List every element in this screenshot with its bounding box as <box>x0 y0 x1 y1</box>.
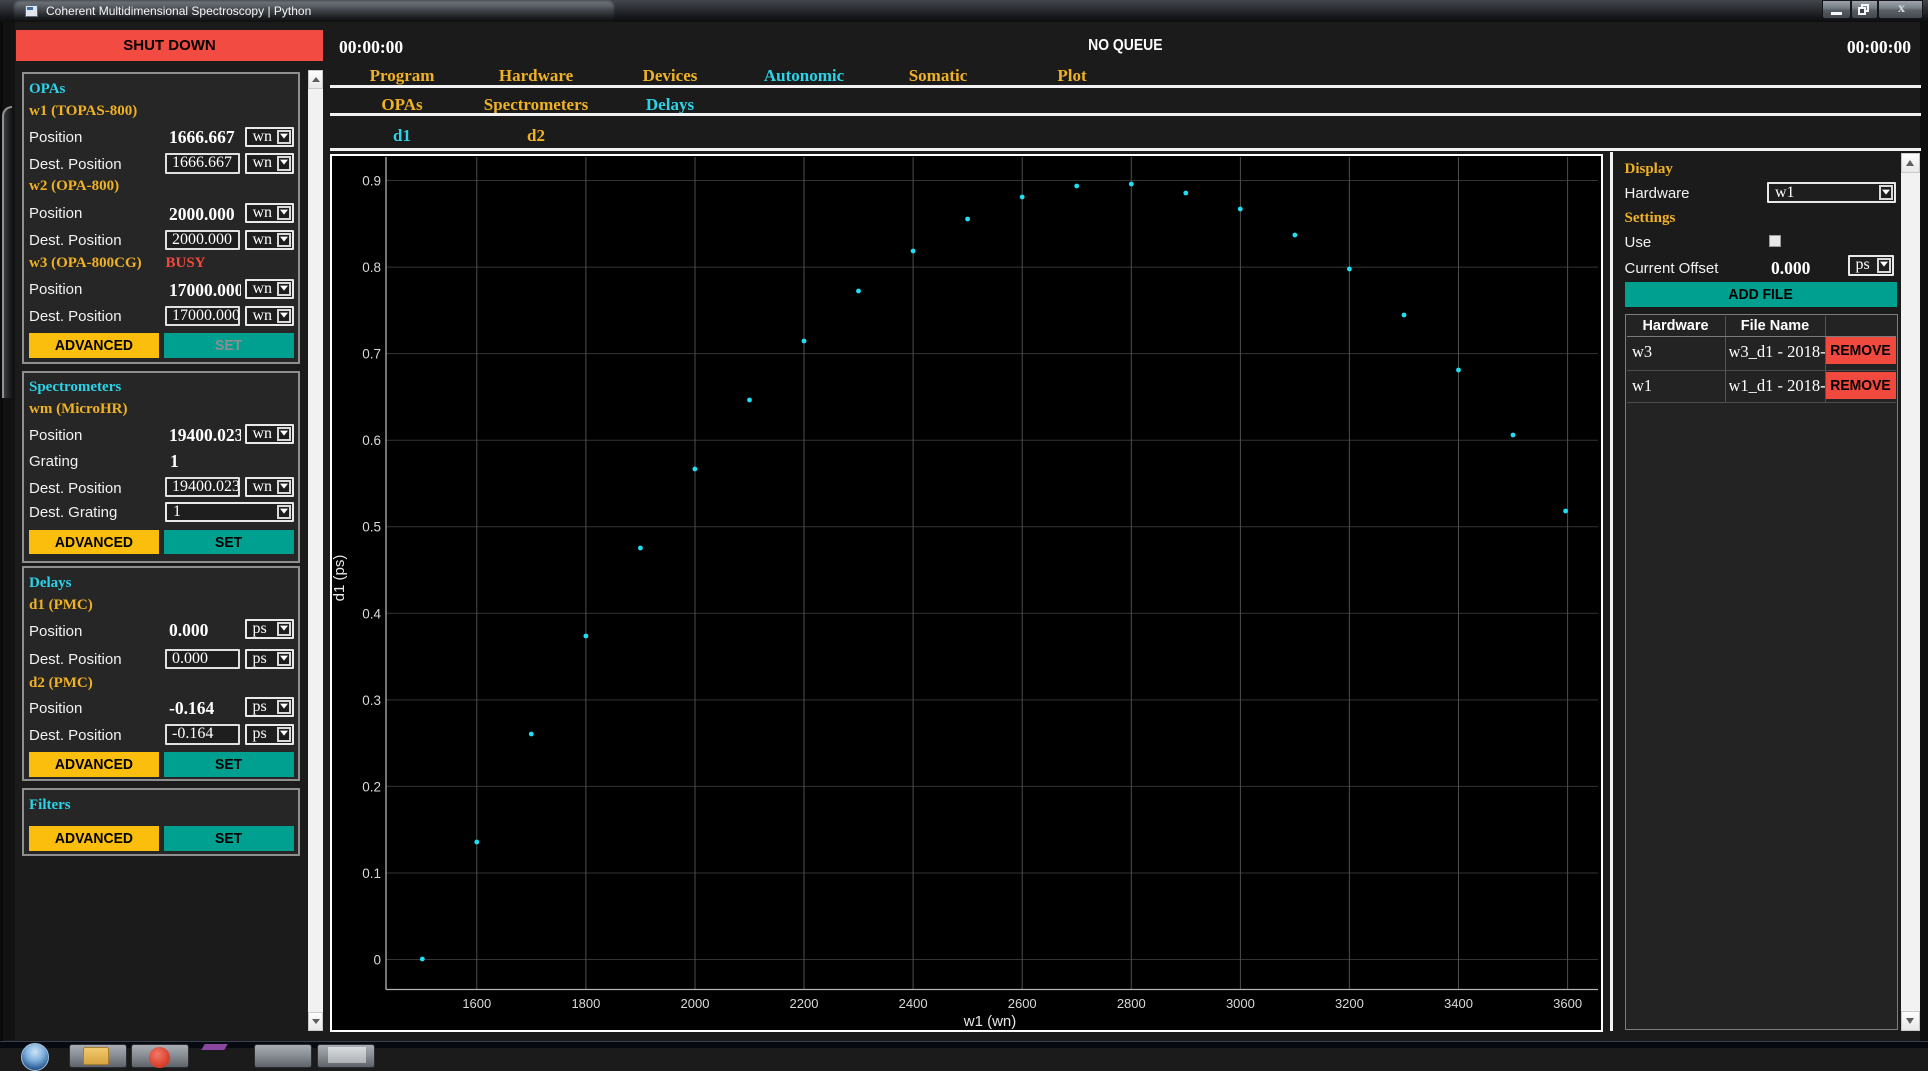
svg-text:0: 0 <box>373 953 381 968</box>
svg-text:1600: 1600 <box>462 996 491 1011</box>
svg-text:2800: 2800 <box>1117 996 1146 1011</box>
svg-text:3400: 3400 <box>1444 996 1473 1011</box>
svg-text:3600: 3600 <box>1553 996 1582 1011</box>
svg-text:0.2: 0.2 <box>362 779 381 794</box>
svg-text:0.7: 0.7 <box>362 347 381 362</box>
svg-text:2000: 2000 <box>681 996 710 1011</box>
svg-text:2600: 2600 <box>1008 996 1037 1011</box>
svg-text:w1 (wn): w1 (wn) <box>963 1013 1017 1030</box>
svg-text:0.3: 0.3 <box>362 693 381 708</box>
svg-text:d1 (ps): d1 (ps) <box>331 555 348 602</box>
svg-text:1800: 1800 <box>571 996 600 1011</box>
svg-text:0.9: 0.9 <box>362 174 381 189</box>
svg-text:3200: 3200 <box>1335 996 1364 1011</box>
svg-text:2200: 2200 <box>790 996 819 1011</box>
svg-text:3000: 3000 <box>1226 996 1255 1011</box>
svg-text:2400: 2400 <box>899 996 928 1011</box>
svg-text:0.8: 0.8 <box>362 260 381 275</box>
svg-text:0.5: 0.5 <box>362 520 381 535</box>
svg-text:0.1: 0.1 <box>362 866 381 881</box>
svg-text:0.6: 0.6 <box>362 433 381 448</box>
svg-text:0.4: 0.4 <box>362 606 381 621</box>
